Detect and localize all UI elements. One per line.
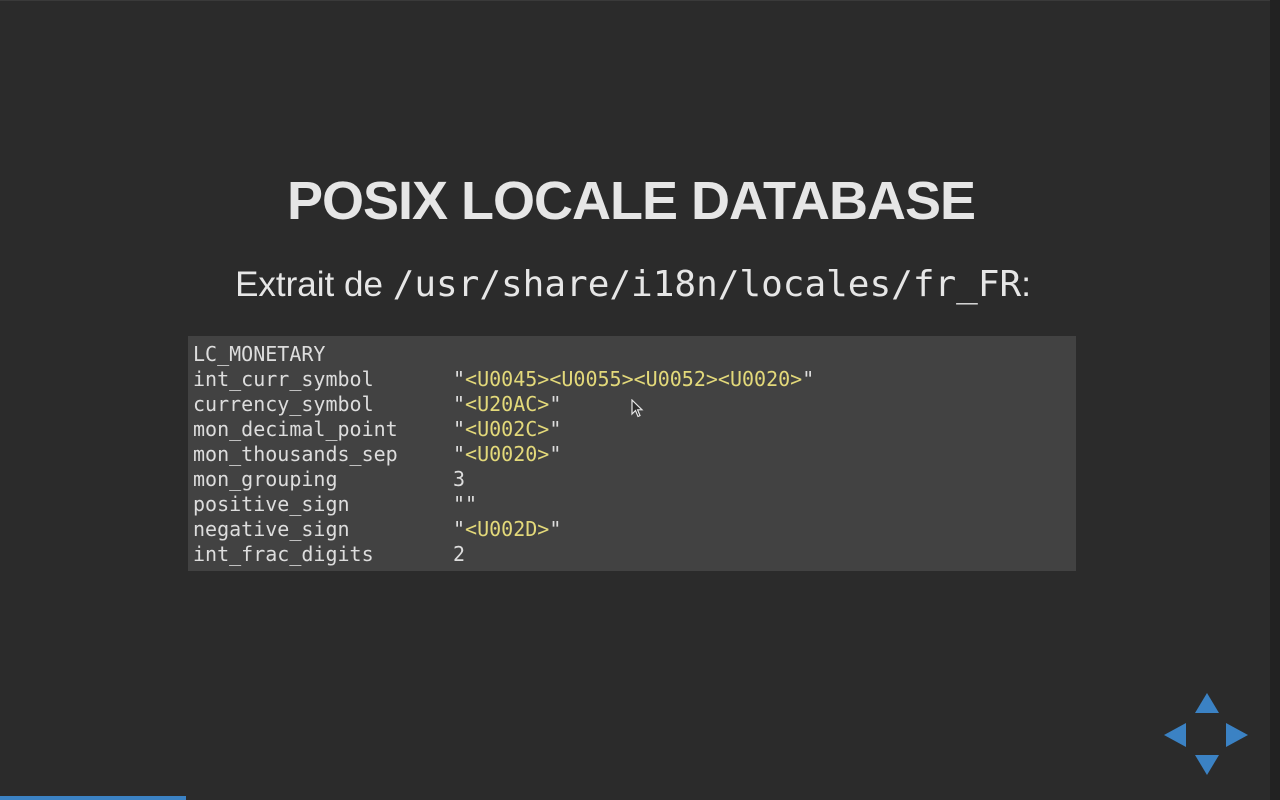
code-key: int_curr_symbol xyxy=(193,367,374,391)
code-value-text: 3 xyxy=(453,467,466,491)
slide: POSIX LOCALE DATABASE Extrait de /usr/sh… xyxy=(0,0,1280,800)
code-value-text: " xyxy=(453,417,466,441)
code-value: "<U002C>" xyxy=(453,417,561,441)
code-header: LC_MONETARY xyxy=(193,342,326,366)
code-value-unicode: <U002D> xyxy=(465,517,550,541)
code-value: 3 xyxy=(453,467,465,491)
code-line: mon_thousands_sep "<U0020>" xyxy=(193,442,1076,467)
code-value-text: " xyxy=(453,367,466,391)
code-value-text: " xyxy=(549,442,562,466)
subtitle-path: /usr/share/i18n/locales/fr_FR xyxy=(392,264,1022,305)
subtitle-suffix: : xyxy=(1021,265,1031,304)
top-border xyxy=(0,0,1280,1)
code-value-unicode: <U0045><U0055><U0052><U0020> xyxy=(465,367,803,391)
code-key: currency_symbol xyxy=(193,392,374,416)
code-value: "<U0045><U0055><U0052><U0020>" xyxy=(453,367,814,391)
code-key: int_frac_digits xyxy=(193,542,374,566)
code-value-unicode: <U0020> xyxy=(465,442,550,466)
code-line: negative_sign "<U002D>" xyxy=(193,517,1076,542)
code-value-text: " xyxy=(549,417,562,441)
code-value-text: " xyxy=(802,367,815,391)
code-key: negative_sign xyxy=(193,517,350,541)
code-line: mon_grouping 3 xyxy=(193,467,1076,492)
code-value-text: " xyxy=(549,392,562,416)
subtitle-prefix: Extrait de xyxy=(235,265,393,304)
code-value: "<U20AC>" xyxy=(453,392,561,416)
code-key: mon_grouping xyxy=(193,467,338,491)
code-value-unicode: <U002C> xyxy=(465,417,550,441)
code-line: int_frac_digits 2 xyxy=(193,542,1076,567)
arrow-up-icon[interactable] xyxy=(1194,692,1220,714)
code-value-text: 2 xyxy=(453,542,466,566)
slide-subtitle: Extrait de /usr/share/i18n/locales/fr_FR… xyxy=(0,264,1266,305)
code-key: mon_decimal_point xyxy=(193,417,398,441)
slide-navigation xyxy=(1160,690,1252,780)
mouse-cursor-icon xyxy=(631,399,644,418)
code-lines: int_curr_symbol "<U0045><U0055><U0052><U0… xyxy=(193,367,1076,567)
code-value-unicode: <U20AC> xyxy=(465,392,550,416)
code-value: "<U002D>" xyxy=(453,517,561,541)
code-key: mon_thousands_sep xyxy=(193,442,398,466)
arrow-down-icon[interactable] xyxy=(1194,754,1220,776)
code-value-text: " xyxy=(453,517,466,541)
code-value: "<U0020>" xyxy=(453,442,561,466)
code-value-text: " xyxy=(549,517,562,541)
code-line: mon_decimal_point "<U002C>" xyxy=(193,417,1076,442)
code-line: positive_sign "" xyxy=(193,492,1076,517)
arrow-right-icon[interactable] xyxy=(1225,722,1249,748)
code-value-text: "" xyxy=(453,492,478,516)
code-block: LC_MONETARY int_curr_symbol "<U0045><U005… xyxy=(188,336,1076,571)
code-value: "" xyxy=(453,492,477,516)
arrow-left-icon[interactable] xyxy=(1163,722,1187,748)
code-value-text: " xyxy=(453,442,466,466)
progress-bar xyxy=(0,796,186,800)
code-line: int_curr_symbol "<U0045><U0055><U0052><U0… xyxy=(193,367,1076,392)
code-value-text: " xyxy=(453,392,466,416)
right-border xyxy=(1270,0,1280,800)
code-key: positive_sign xyxy=(193,492,350,516)
slide-title: POSIX LOCALE DATABASE xyxy=(286,171,976,231)
code-value: 2 xyxy=(453,542,465,566)
